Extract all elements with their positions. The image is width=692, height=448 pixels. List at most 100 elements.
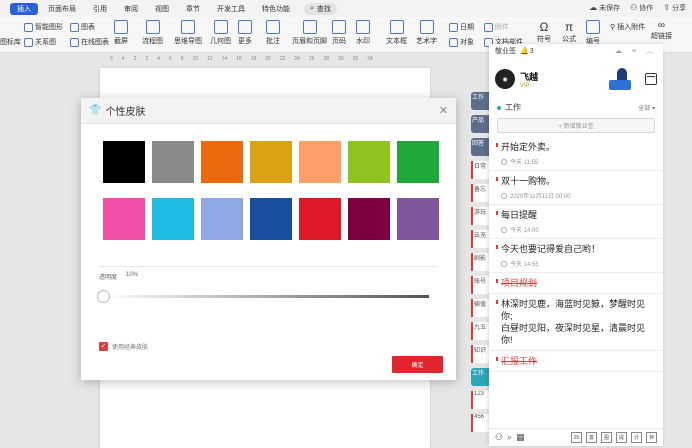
ribbon-relation[interactable]: 关系图 bbox=[24, 37, 56, 47]
ribbon-wordart[interactable]: 艺术字 bbox=[416, 20, 437, 46]
bottom-tool-button[interactable]: 置 bbox=[586, 432, 597, 443]
user-icon[interactable]: ⚇ bbox=[495, 432, 503, 443]
clock-icon bbox=[501, 260, 507, 267]
menu-tab[interactable]: 特色功能 bbox=[255, 3, 297, 15]
skin-swatch[interactable] bbox=[299, 198, 341, 240]
ribbon-screenshot[interactable]: 截屏 bbox=[114, 20, 128, 46]
note-item[interactable]: 今天也要记得爱自己哟！ 今天 14:55 bbox=[489, 239, 663, 273]
clock-icon bbox=[501, 226, 507, 233]
ribbon-hyperlink[interactable]: ∞ 超链接 bbox=[651, 20, 672, 41]
skin-swatch[interactable] bbox=[250, 141, 292, 183]
collaborate-button[interactable]: ⚇ 协作 bbox=[630, 3, 653, 13]
ribbon-icon-library[interactable]: 图标库 bbox=[0, 37, 21, 47]
side-tab[interactable]: 产品 bbox=[471, 115, 489, 133]
menu-tab[interactable]: 章节 bbox=[179, 3, 207, 15]
unsaved-button[interactable]: ☁ 未保存 bbox=[589, 3, 620, 13]
side-tab[interactable]: 游玩 bbox=[471, 207, 489, 225]
ribbon-comment[interactable]: 批注 bbox=[266, 20, 280, 46]
bottom-tool-button[interactable]: 图 bbox=[601, 432, 612, 443]
ribbon-more[interactable]: 更多 bbox=[238, 20, 252, 46]
paperclip-icon: ⚲ bbox=[610, 24, 616, 31]
ribbon-insert-attachment[interactable]: ⚲ 插入附件 bbox=[610, 22, 645, 32]
ribbon-date[interactable]: 日期 bbox=[449, 22, 474, 32]
slider-knob[interactable] bbox=[97, 290, 110, 303]
ribbon-symbol[interactable]: Ω 符号 bbox=[537, 20, 551, 44]
skin-swatch[interactable] bbox=[201, 198, 243, 240]
skin-swatch[interactable] bbox=[201, 141, 243, 183]
skin-swatch[interactable] bbox=[152, 141, 194, 183]
menu-tab[interactable]: 视图 bbox=[148, 3, 176, 15]
share-button[interactable]: ⇪ 分享 bbox=[663, 3, 686, 13]
ribbon-attachment[interactable]: 附件 bbox=[484, 22, 509, 32]
vip-badge: VIP bbox=[520, 82, 530, 89]
calendar-icon[interactable] bbox=[645, 73, 657, 85]
bottom-tool-button[interactable]: 钟 bbox=[646, 432, 657, 443]
ribbon-mindmap[interactable]: 思维导图 bbox=[174, 20, 202, 46]
ribbon-flowchart[interactable]: 流程图 bbox=[142, 20, 163, 46]
transparency-value: 10% bbox=[126, 272, 139, 278]
ribbon-object[interactable]: 对象 bbox=[449, 37, 474, 47]
skin-swatch[interactable] bbox=[348, 141, 390, 183]
side-tab[interactable]: 工作 bbox=[471, 92, 489, 110]
side-tab[interactable]: 云充 bbox=[471, 230, 489, 248]
side-tab[interactable]: 工作 bbox=[471, 368, 489, 386]
ok-button[interactable]: 确定 bbox=[392, 356, 443, 373]
filter-select[interactable]: 全部 ▾ bbox=[638, 103, 655, 112]
side-tab[interactable]: 九五 bbox=[471, 322, 489, 340]
skin-swatch[interactable] bbox=[397, 141, 439, 183]
ribbon-textbox[interactable]: 文本框 bbox=[386, 20, 407, 46]
note-item[interactable]: 林深时见鹿，海蓝时见鲸，梦醒时见你; 白昼时见阳，夜深时见星，清晨时见你! bbox=[489, 294, 663, 351]
side-tab[interactable]: 备忘 bbox=[471, 184, 489, 202]
bottom-tool-button[interactable]: 提 bbox=[616, 432, 627, 443]
note-item[interactable]: 项目规划 bbox=[489, 273, 663, 294]
ribbon-numbering[interactable]: 编号 bbox=[586, 20, 600, 46]
menu-tab[interactable]: 审阅 bbox=[117, 3, 145, 15]
bottom-tool-button[interactable]: 计 bbox=[631, 432, 642, 443]
side-tab[interactable]: 日常 bbox=[471, 161, 489, 179]
ribbon-chart[interactable]: 图表 bbox=[70, 22, 95, 32]
note-item[interactable]: 汇报工作 bbox=[489, 351, 663, 372]
bell-icon[interactable]: 🔔 bbox=[520, 47, 529, 55]
add-note-button[interactable]: + 新增敬业签 bbox=[497, 118, 655, 133]
skin-dialog: 👕 个性皮肤 ✕ 透明度 10% ✓ 使用经典皮肤 确定 bbox=[81, 98, 456, 380]
note-item[interactable]: 双十一购物。 2020年11月11日 00:00 bbox=[489, 171, 663, 205]
transparency-slider[interactable] bbox=[103, 295, 429, 298]
header-controls[interactable]: ☁ ≡ ︿ bbox=[615, 46, 657, 56]
menu-tab[interactable]: 页面布局 bbox=[41, 3, 83, 15]
close-icon[interactable]: ✕ bbox=[439, 104, 448, 117]
side-tab[interactable]: 剧影 bbox=[471, 253, 489, 271]
menu-tab[interactable]: 引用 bbox=[86, 3, 114, 15]
date-icon bbox=[449, 22, 458, 32]
skin-swatch[interactable] bbox=[299, 141, 341, 183]
ribbon-watermark[interactable]: 水印 bbox=[356, 20, 370, 46]
skin-swatch[interactable] bbox=[103, 141, 145, 183]
ribbon-formula[interactable]: π 公式 bbox=[562, 20, 576, 44]
skin-swatch[interactable] bbox=[152, 198, 194, 240]
ribbon-page-number[interactable]: 页码 bbox=[332, 20, 346, 46]
skin-swatch[interactable] bbox=[348, 198, 390, 240]
side-tab[interactable]: 回答 bbox=[471, 138, 489, 156]
skin-swatch[interactable] bbox=[250, 198, 292, 240]
calendar-icon[interactable]: ▦ bbox=[516, 432, 525, 443]
ribbon-header-footer[interactable]: 页眉和页脚 bbox=[292, 20, 327, 46]
side-tab[interactable]: 账号 bbox=[471, 276, 489, 294]
side-tab[interactable]: 456 bbox=[471, 414, 489, 432]
avatar[interactable]: ◉ bbox=[495, 69, 515, 89]
menu-tab[interactable]: 开发工具 bbox=[210, 3, 252, 15]
search-icon: ⌕ bbox=[310, 4, 314, 12]
bottom-tool-button[interactable]: 95 bbox=[571, 432, 582, 443]
side-tab[interactable]: 123 bbox=[471, 391, 489, 409]
skin-swatch[interactable] bbox=[397, 198, 439, 240]
side-tab[interactable]: 输值 bbox=[471, 299, 489, 317]
side-tab[interactable]: 知识 bbox=[471, 345, 489, 363]
ribbon-online-chart[interactable]: 在线图表 bbox=[70, 37, 109, 47]
ribbon-smartart[interactable]: 智能图形 bbox=[24, 22, 63, 32]
note-item[interactable]: 每日提醒 今天 14:00 bbox=[489, 205, 663, 239]
classic-skin-checkbox[interactable]: ✓ 使用经典皮肤 bbox=[99, 342, 148, 351]
ribbon-geometry[interactable]: 几何图 bbox=[210, 20, 231, 46]
search-box[interactable]: ⌕ 查找 bbox=[304, 2, 337, 15]
search-icon[interactable]: ⌕ bbox=[507, 432, 512, 443]
skin-swatch[interactable] bbox=[103, 198, 145, 240]
note-item[interactable]: 开始定外卖。 今天 11:55 bbox=[489, 137, 663, 171]
menu-tab[interactable]: 插入 bbox=[10, 2, 38, 15]
